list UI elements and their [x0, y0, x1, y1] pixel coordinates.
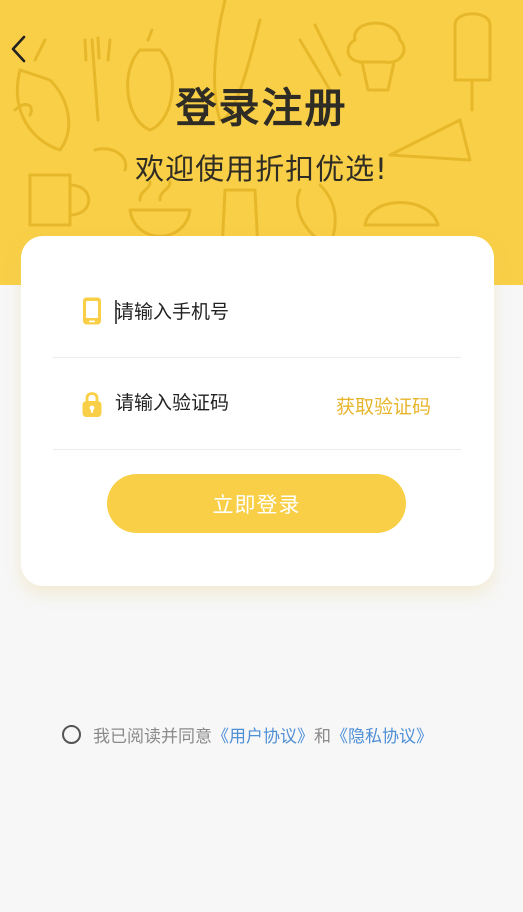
login-card: 获取验证码 立即登录 — [21, 236, 494, 586]
login-button[interactable]: 立即登录 — [107, 474, 406, 533]
phone-input[interactable] — [115, 297, 315, 327]
page-title: 登录注册 — [175, 84, 348, 132]
lock-icon — [82, 392, 102, 417]
agreement-row: 我已阅读并同意 《用户协议》 和 《隐私协议》 — [62, 722, 433, 747]
code-field-row: 获取验证码 — [53, 358, 461, 450]
phone-field-row — [53, 266, 461, 358]
chevron-left-icon — [11, 35, 26, 63]
phone-icon — [83, 297, 101, 325]
page-subtitle: 欢迎使用折扣优选! — [135, 152, 388, 186]
back-button[interactable] — [6, 32, 30, 66]
agree-radio[interactable] — [62, 724, 81, 744]
user-agreement-link[interactable]: 《用户协议》 — [212, 722, 314, 747]
agreement-and: 和 — [314, 726, 331, 747]
get-code-button[interactable]: 获取验证码 — [336, 392, 431, 419]
verification-code-input[interactable] — [115, 388, 315, 418]
privacy-agreement-link[interactable]: 《隐私协议》 — [331, 722, 433, 747]
agreement-prefix: 我已阅读并同意 — [93, 726, 212, 747]
